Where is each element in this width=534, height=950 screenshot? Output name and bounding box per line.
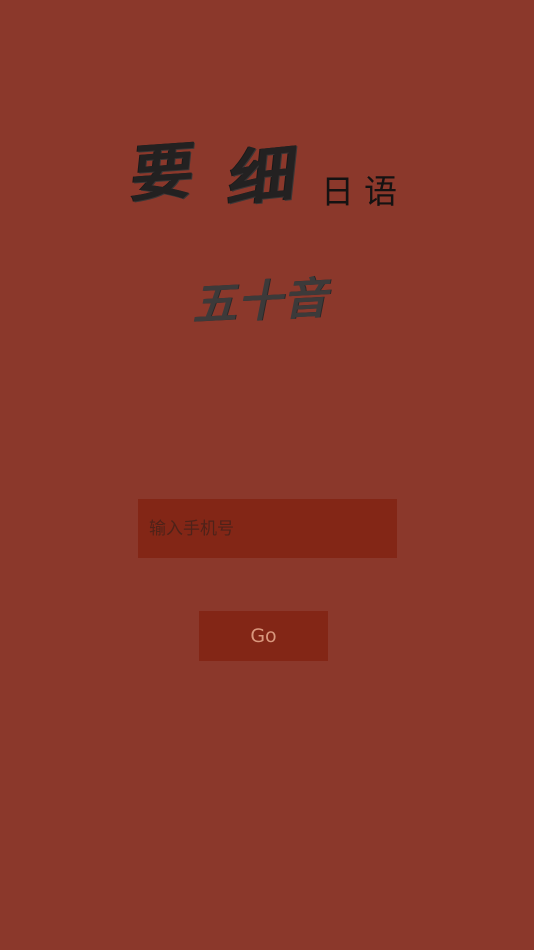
go-button[interactable]: Go xyxy=(199,611,328,661)
app-logo: 要 细 日语 xyxy=(127,133,418,217)
logo-brush-char-2: 细 xyxy=(225,136,302,217)
app-subtitle: 五十音 xyxy=(190,272,337,331)
phone-number-input[interactable] xyxy=(138,499,397,558)
logo-suffix: 日语 xyxy=(321,172,407,211)
logo-brush-char-1: 要 xyxy=(127,133,199,212)
